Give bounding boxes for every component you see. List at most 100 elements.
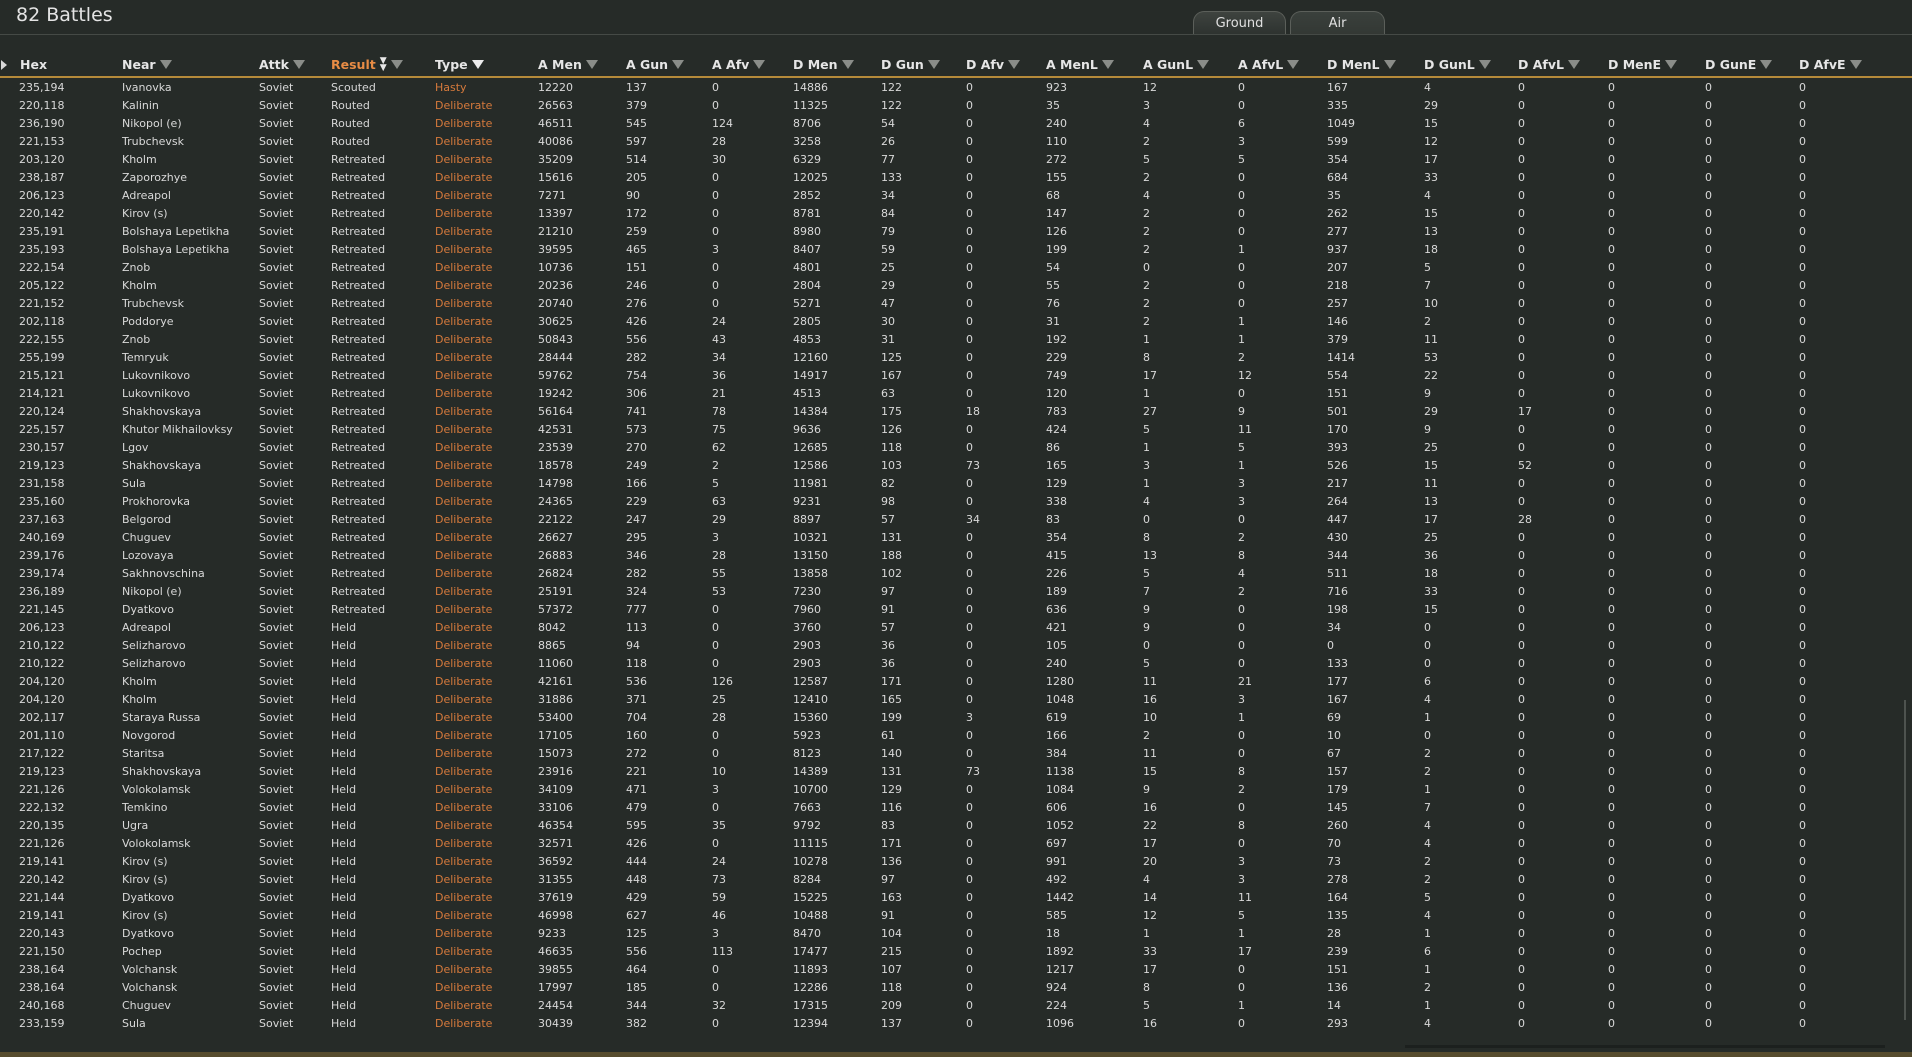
filter-icon[interactable] [585, 60, 598, 69]
filter-icon[interactable] [1287, 60, 1300, 69]
table-row[interactable]: 219,141 Kirov (s) Soviet Held Deliberate 3659… [0, 853, 1895, 871]
column-header-d-mene[interactable]: D MenE [1608, 57, 1678, 72]
table-row[interactable]: 221,145 Dyatkovo Soviet Retreated Deliberate… [0, 601, 1895, 619]
filter-icon[interactable] [471, 60, 484, 69]
table-row[interactable]: 206,123 Adreapol Soviet Retreated Deliberate… [0, 187, 1895, 205]
column-header-d-afve[interactable]: D AfvE [1799, 57, 1862, 72]
table-row[interactable]: 203,120 Kholm Soviet Retreated Deliberate 352… [0, 151, 1895, 169]
filter-icon[interactable] [1383, 60, 1396, 69]
table-row[interactable]: 235,194 Ivanovka Soviet Scouted Hasty 12220 13… [0, 79, 1895, 97]
table-row[interactable]: 201,110 Novgorod Soviet Held Deliberate 17105… [0, 727, 1895, 745]
table-row[interactable]: 217,122 Staritsa Soviet Held Deliberate 15073… [0, 745, 1895, 763]
table-row[interactable]: 221,153 Trubchevsk Soviet Routed Deliberate 4… [0, 133, 1895, 151]
column-header-hex[interactable]: Hex [20, 57, 47, 72]
tab-air[interactable]: Air [1290, 11, 1385, 35]
table-row[interactable]: 239,174 Sakhnovschina Soviet Retreated Delib… [0, 565, 1895, 583]
table-row[interactable]: 235,191 Bolshaya Lepetikha Soviet Retreated… [0, 223, 1895, 241]
table-row[interactable]: 221,144 Dyatkovo Soviet Held Deliberate 37619… [0, 889, 1895, 907]
column-header-d-gune[interactable]: D GunE [1705, 57, 1773, 72]
table-row[interactable]: 215,121 Lukovnikovo Soviet Retreated Deliber… [0, 367, 1895, 385]
table-row[interactable]: 240,169 Chuguev Soviet Retreated Deliberate 2… [0, 529, 1895, 547]
filter-icon[interactable] [1849, 60, 1862, 69]
table-row[interactable]: 221,126 Volokolamsk Soviet Held Deliberate 32… [0, 835, 1895, 853]
table-row[interactable]: 220,142 Kirov (s) Soviet Held Deliberate 3135… [0, 871, 1895, 889]
column-header-attk[interactable]: Attk [259, 57, 305, 72]
column-header-near[interactable]: Near [122, 57, 172, 72]
table-row[interactable]: 255,199 Temryuk Soviet Retreated Deliberate 2… [0, 349, 1895, 367]
filter-icon[interactable] [292, 60, 305, 69]
table-row[interactable]: 220,118 Kalinin Soviet Routed Deliberate 2656… [0, 97, 1895, 115]
table-row[interactable]: 202,117 Staraya Russa Soviet Held Deliberate… [0, 709, 1895, 727]
table-row[interactable]: 220,135 Ugra Soviet Held Deliberate 46354 595 3… [0, 817, 1895, 835]
table-row[interactable]: 233,159 Sula Soviet Held Deliberate 30439 382 0… [0, 1015, 1895, 1033]
table-row[interactable]: 205,122 Kholm Soviet Retreated Deliberate 202… [0, 277, 1895, 295]
filter-icon[interactable] [927, 60, 940, 69]
column-header-a-afvl[interactable]: A AfvL [1238, 57, 1300, 72]
table-row[interactable]: 204,120 Kholm Soviet Held Deliberate 31886 371… [0, 691, 1895, 709]
column-header-a-men[interactable]: A Men [538, 57, 598, 72]
table-row[interactable]: 240,168 Chuguev Soviet Held Deliberate 24454 3… [0, 997, 1895, 1015]
filter-icon[interactable] [1760, 60, 1773, 69]
table-row[interactable]: 220,143 Dyatkovo Soviet Held Deliberate 9233 1… [0, 925, 1895, 943]
table-row[interactable]: 204,120 Kholm Soviet Held Deliberate 42161 536… [0, 673, 1895, 691]
table-row[interactable]: 238,164 Volchansk Soviet Held Deliberate 1799… [0, 979, 1895, 997]
table-row[interactable]: 210,122 Selizharovo Soviet Held Deliberate 88… [0, 637, 1895, 655]
column-header-d-afv[interactable]: D Afv [966, 57, 1020, 72]
table-row[interactable]: 219,123 Shakhovskaya Soviet Held Deliberate 2… [0, 763, 1895, 781]
table-row[interactable]: 214,121 Lukovnikovo Soviet Retreated Deliber… [0, 385, 1895, 403]
filter-icon[interactable] [1478, 60, 1491, 69]
table-row[interactable]: 225,157 Khutor Mikhailovksy Soviet Retreate… [0, 421, 1895, 439]
horizontal-scrollbar[interactable] [1405, 1045, 1885, 1048]
filter-icon[interactable] [390, 60, 403, 69]
table-row[interactable]: 202,118 Poddorye Soviet Retreated Deliberate… [0, 313, 1895, 331]
column-header-d-afvl[interactable]: D AfvL [1518, 57, 1580, 72]
table-row[interactable]: 206,123 Adreapol Soviet Held Deliberate 8042 1… [0, 619, 1895, 637]
table-row[interactable]: 222,154 Znob Soviet Retreated Deliberate 1073… [0, 259, 1895, 277]
table-row[interactable]: 236,189 Nikopol (e) Soviet Retreated Deliber… [0, 583, 1895, 601]
table-row[interactable]: 219,123 Shakhovskaya Soviet Retreated Delibe… [0, 457, 1895, 475]
table-row[interactable]: 221,126 Volokolamsk Soviet Held Deliberate 34… [0, 781, 1895, 799]
column-header-a-menl[interactable]: A MenL [1046, 57, 1114, 72]
table-row[interactable]: 238,164 Volchansk Soviet Held Deliberate 3985… [0, 961, 1895, 979]
sort-descending-icon[interactable]: ▼ ▼ [380, 56, 387, 72]
cell-a-afvl: 3 [1238, 855, 1245, 868]
table-row[interactable]: 238,187 Zaporozhye Soviet Retreated Delibera… [0, 169, 1895, 187]
cell-d-afvl: 0 [1518, 171, 1525, 184]
table-row[interactable]: 236,190 Nikopol (e) Soviet Routed Deliberate… [0, 115, 1895, 133]
table-row[interactable]: 230,157 Lgov Soviet Retreated Deliberate 2353… [0, 439, 1895, 457]
table-row[interactable]: 221,152 Trubchevsk Soviet Retreated Delibera… [0, 295, 1895, 313]
column-header-d-gun[interactable]: D Gun [881, 57, 940, 72]
table-row[interactable]: 221,150 Pochep Soviet Held Deliberate 46635 55… [0, 943, 1895, 961]
filter-icon[interactable] [1567, 60, 1580, 69]
vertical-scrollbar[interactable] [1904, 700, 1906, 1020]
table-row[interactable]: 210,122 Selizharovo Soviet Held Deliberate 11… [0, 655, 1895, 673]
filter-icon[interactable] [159, 60, 172, 69]
column-header-type[interactable]: Type [435, 57, 484, 72]
table-row[interactable]: 220,142 Kirov (s) Soviet Retreated Deliberat… [0, 205, 1895, 223]
table-row[interactable]: 219,141 Kirov (s) Soviet Held Deliberate 4699… [0, 907, 1895, 925]
table-row[interactable]: 239,176 Lozovaya Soviet Retreated Deliberate… [0, 547, 1895, 565]
column-header-d-gunl[interactable]: D GunL [1424, 57, 1491, 72]
table-row[interactable]: 237,163 Belgorod Soviet Retreated Deliberate… [0, 511, 1895, 529]
filter-icon[interactable] [753, 60, 766, 69]
table-row[interactable]: 231,158 Sula Soviet Retreated Deliberate 1479… [0, 475, 1895, 493]
filter-icon[interactable] [1197, 60, 1210, 69]
table-row[interactable]: 222,132 Temkino Soviet Held Deliberate 33106 4… [0, 799, 1895, 817]
filter-icon[interactable] [672, 60, 685, 69]
cell-type: Deliberate [435, 603, 493, 616]
table-row[interactable]: 222,155 Znob Soviet Retreated Deliberate 5084… [0, 331, 1895, 349]
filter-icon[interactable] [1008, 60, 1020, 69]
filter-icon[interactable] [1665, 60, 1678, 69]
filter-icon[interactable] [1101, 60, 1114, 69]
column-header-a-gun[interactable]: A Gun [626, 57, 685, 72]
table-row[interactable]: 235,160 Prokhorovka Soviet Retreated Deliber… [0, 493, 1895, 511]
column-header-d-menl[interactable]: D MenL [1327, 57, 1396, 72]
table-row[interactable]: 220,124 Shakhovskaya Soviet Retreated Delibe… [0, 403, 1895, 421]
filter-icon[interactable] [841, 60, 854, 69]
column-header-a-afv[interactable]: A Afv [712, 57, 766, 72]
table-row[interactable]: 235,193 Bolshaya Lepetikha Soviet Retreated… [0, 241, 1895, 259]
column-header-a-gunl[interactable]: A GunL [1143, 57, 1210, 72]
tab-ground[interactable]: Ground [1193, 11, 1286, 35]
column-header-result[interactable]: Result ▼ ▼ [331, 56, 403, 72]
column-header-d-men[interactable]: D Men [793, 57, 854, 72]
